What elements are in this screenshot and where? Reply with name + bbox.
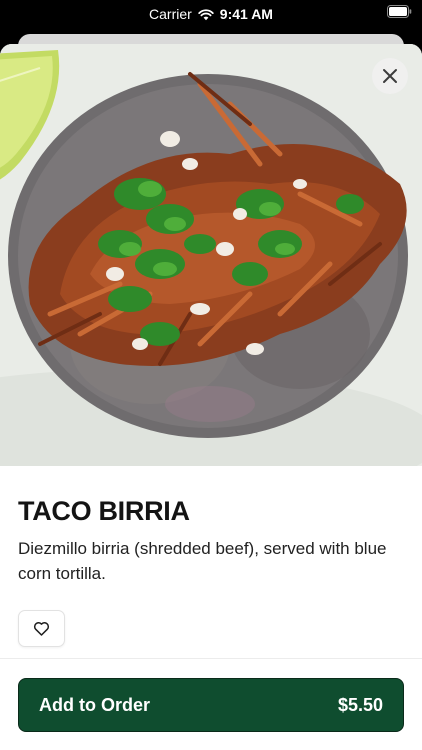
battery-icon: [387, 5, 412, 18]
status-bar: Carrier 9:41 AM: [0, 0, 422, 28]
price-label: $5.50: [337, 694, 383, 715]
food-illustration: [0, 44, 422, 466]
carrier-label: Carrier: [149, 6, 192, 22]
favorite-button[interactable]: [18, 610, 65, 647]
heart-icon: [33, 622, 50, 636]
close-button[interactable]: [372, 58, 408, 94]
close-icon: [383, 69, 397, 83]
taco-birria-photo: [0, 44, 422, 466]
wifi-icon: [198, 8, 214, 21]
item-description: Diezmillo birria (shredded beef), served…: [18, 539, 387, 583]
item-title: TACO BIRRIA: [18, 496, 190, 526]
item-detail-sheet: TACO BIRRIA Diezmillo birria (shredded b…: [0, 44, 422, 750]
divider: [0, 658, 422, 659]
add-to-order-button[interactable]: Add to Order $5.50: [18, 678, 404, 732]
status-center: Carrier 9:41 AM: [149, 6, 273, 22]
clock-time: 9:41 AM: [219, 6, 273, 22]
add-to-order-label: Add to Order: [39, 694, 150, 715]
